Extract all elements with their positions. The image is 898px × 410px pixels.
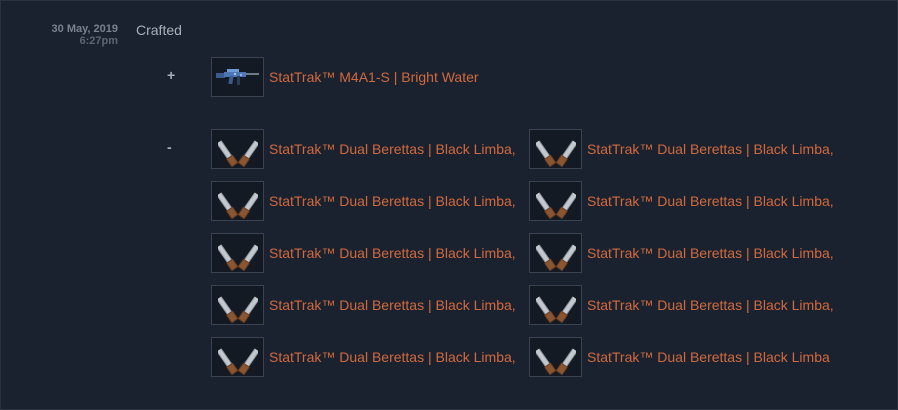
item-name: StatTrak™ Dual Berettas | Black Limba, xyxy=(269,297,516,313)
item-name: StatTrak™ Dual Berettas | Black Limba, xyxy=(587,297,834,313)
dual-berettas-icon xyxy=(529,129,582,169)
received-plus-sign: + xyxy=(167,67,176,83)
removed-item[interactable]: StatTrak™ Dual Berettas | Black Limba, xyxy=(529,232,834,274)
dual-berettas-icon xyxy=(529,233,582,273)
removed-minus-sign: - xyxy=(167,139,172,155)
dual-berettas-icon xyxy=(529,337,582,377)
item-name: StatTrak™ Dual Berettas | Black Limba, xyxy=(587,193,834,209)
removed-item[interactable]: StatTrak™ Dual Berettas | Black Limba, xyxy=(211,128,516,170)
item-name: StatTrak™ Dual Berettas | Black Limba, xyxy=(269,193,516,209)
item-name: StatTrak™ Dual Berettas | Black Limba, xyxy=(587,245,834,261)
removed-item[interactable]: StatTrak™ Dual Berettas | Black Limba, xyxy=(529,128,834,170)
m4a1s-rifle-icon xyxy=(211,57,264,97)
removed-item[interactable]: StatTrak™ Dual Berettas | Black Limba, xyxy=(211,232,516,274)
dual-berettas-icon xyxy=(529,181,582,221)
dual-berettas-icon xyxy=(211,337,264,377)
inventory-history-panel: 30 May, 2019 6:27pm Crafted + StatTrak™ … xyxy=(0,0,898,410)
removed-item[interactable]: StatTrak™ Dual Berettas | Black Limba, xyxy=(211,336,516,378)
dual-berettas-icon xyxy=(211,129,264,169)
removed-item[interactable]: StatTrak™ Dual Berettas | Black Limba, xyxy=(529,180,834,222)
removed-item[interactable]: StatTrak™ Dual Berettas | Black Limba, xyxy=(211,180,516,222)
item-name: StatTrak™ Dual Berettas | Black Limba, xyxy=(587,141,834,157)
removed-item[interactable]: StatTrak™ Dual Berettas | Black Limba, xyxy=(211,284,516,326)
dual-berettas-icon xyxy=(211,181,264,221)
dual-berettas-icon xyxy=(211,285,264,325)
history-event-label: Crafted xyxy=(136,22,182,38)
item-name: StatTrak™ Dual Berettas | Black Limba, xyxy=(269,349,516,365)
item-name: StatTrak™ Dual Berettas | Black Limba, xyxy=(269,245,516,261)
item-name: StatTrak™ M4A1-S | Bright Water xyxy=(269,69,479,85)
dual-berettas-icon xyxy=(529,285,582,325)
removed-item[interactable]: StatTrak™ Dual Berettas | Black Limba, xyxy=(529,284,834,326)
history-time: 6:27pm xyxy=(79,35,118,47)
dual-berettas-icon xyxy=(211,233,264,273)
history-date: 30 May, 2019 xyxy=(51,23,118,35)
item-name: StatTrak™ Dual Berettas | Black Limba xyxy=(587,349,830,365)
removed-item[interactable]: StatTrak™ Dual Berettas | Black Limba xyxy=(529,336,830,378)
received-item[interactable]: StatTrak™ M4A1-S | Bright Water xyxy=(211,56,479,98)
item-name: StatTrak™ Dual Berettas | Black Limba, xyxy=(269,141,516,157)
